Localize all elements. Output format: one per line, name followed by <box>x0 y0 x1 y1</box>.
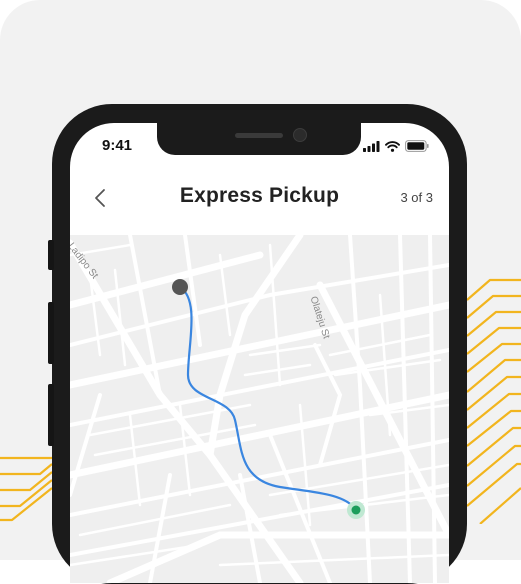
phone-side-button <box>48 240 54 270</box>
screen-header: Express Pickup 3 of 3 <box>70 178 449 222</box>
status-time: 9:41 <box>102 137 133 154</box>
phone-side-button <box>48 384 54 446</box>
front-camera <box>293 128 307 142</box>
status-icons <box>363 140 429 152</box>
phone-side-button <box>48 302 54 364</box>
step-indicator: 3 of 3 <box>400 190 433 205</box>
phone-notch <box>157 123 361 155</box>
phone-screen: 9:41 Express Pickup 3 of 3 Ladipo St Ola… <box>70 123 449 583</box>
wifi-icon <box>385 140 400 152</box>
page-title: Express Pickup <box>179 184 340 207</box>
map-streets <box>70 235 449 583</box>
start-marker[interactable] <box>172 279 188 295</box>
destination-marker[interactable] <box>351 505 361 515</box>
speaker-grille <box>235 133 283 138</box>
signal-icon <box>363 140 380 152</box>
route-map[interactable]: Ladipo St Olateju St <box>70 235 449 583</box>
battery-icon <box>405 140 429 152</box>
